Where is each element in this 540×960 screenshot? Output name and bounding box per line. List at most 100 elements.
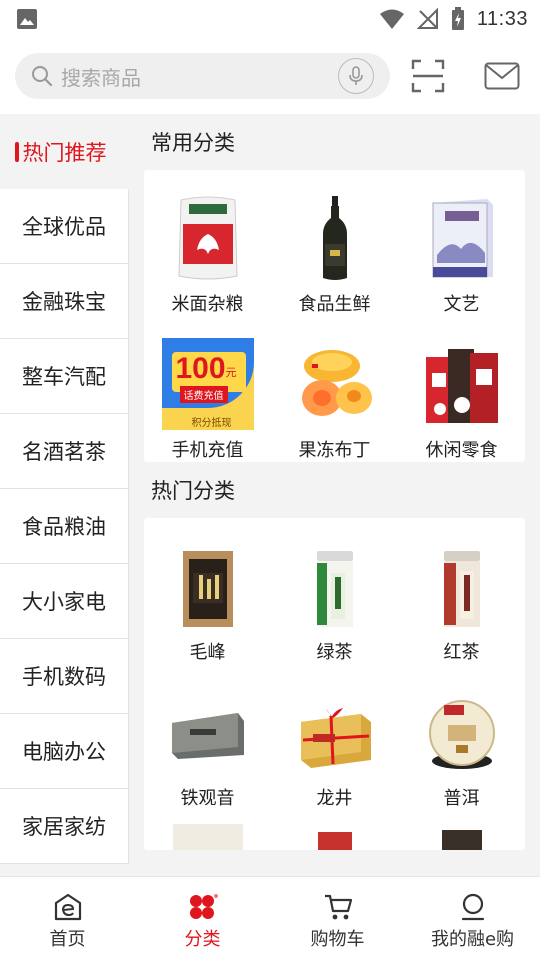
tieguanyin-box-image: [162, 692, 254, 778]
sidebar-item-phones[interactable]: 手机数码: [0, 639, 129, 714]
search-icon: [32, 66, 53, 87]
oil-bottle-image: [289, 192, 381, 284]
category-item[interactable]: 文艺: [398, 170, 525, 316]
category-label: 铁观音: [180, 788, 235, 809]
category-item[interactable]: 果冻布丁: [271, 316, 398, 462]
recharge-text: 话费充值: [179, 386, 228, 403]
sidebar-item-label: 整车汽配: [22, 365, 106, 389]
category-item[interactable]: 铁观音: [144, 664, 271, 810]
nav-label: 首页: [49, 929, 86, 950]
partial-product-image: [317, 832, 352, 850]
category-item[interactable]: 100 元 话费充值 积分抵现 手机充值: [144, 316, 271, 462]
section-title-hot: 热门分类: [151, 479, 235, 503]
nav-home[interactable]: 首页: [0, 877, 135, 960]
no-signal-icon: [416, 8, 438, 29]
voice-search-button[interactable]: [338, 58, 374, 94]
message-button[interactable]: [482, 56, 522, 96]
category-item[interactable]: 食品生鲜: [271, 170, 398, 316]
sidebar-item-food[interactable]: 食品粮油: [0, 489, 129, 564]
partial-product-image: [172, 824, 243, 850]
sidebar-item-global[interactable]: 全球优品: [0, 189, 129, 264]
category-item[interactable]: 红茶: [398, 518, 525, 664]
section-title-common: 常用分类: [151, 131, 235, 155]
sidebar-item-appliances[interactable]: 大小家电: [0, 564, 129, 639]
sidebar-item-label: 手机数码: [22, 665, 106, 689]
search-input[interactable]: 搜索商品: [15, 53, 390, 99]
scan-icon: [411, 59, 445, 93]
nav-profile[interactable]: 我的融e购: [405, 877, 540, 960]
category-label: 绿茶: [316, 642, 353, 663]
category-item[interactable]: 米面杂粮: [144, 170, 271, 316]
category-item[interactable]: 绿茶: [271, 518, 398, 664]
status-time: 11:33: [476, 7, 528, 30]
nav-label: 购物车: [310, 929, 365, 950]
sidebar-item-auto[interactable]: 整车汽配: [0, 339, 129, 414]
category-label: 龙井: [316, 788, 353, 809]
black-tea-can-image: [416, 546, 508, 632]
sidebar-item-computers[interactable]: 电脑办公: [0, 714, 129, 789]
sidebar-item-wine-tea[interactable]: 名酒茗茶: [0, 414, 129, 489]
microphone-icon: [349, 66, 363, 85]
battery-charging-icon: [451, 7, 464, 30]
category-item[interactable]: 毛峰: [144, 518, 271, 664]
recharge-sub: 积分抵现: [191, 418, 232, 429]
search-placeholder: 搜索商品: [61, 65, 141, 90]
green-tea-can-image: [289, 546, 381, 632]
sidebar-item-label: 食品粮油: [22, 515, 106, 539]
sidebar-item-home[interactable]: 家居家纺: [0, 789, 129, 864]
cart-icon: [324, 894, 352, 920]
category-item-partial[interactable]: [144, 810, 271, 850]
category-item[interactable]: 普洱: [398, 664, 525, 810]
bottom-navigation: 首页 分类 购物车 我的融e购: [0, 876, 540, 960]
sidebar-item-jewelry[interactable]: 金融珠宝: [0, 264, 129, 339]
sidebar-item-label: 电脑办公: [22, 740, 106, 764]
sidebar-item-label: 热门推荐: [22, 140, 107, 165]
category-item[interactable]: 休闲零食: [398, 316, 525, 462]
jelly-image: [289, 338, 381, 430]
category-label: 休闲零食: [425, 440, 498, 461]
sidebar-item-label: 金融珠宝: [22, 290, 106, 314]
category-label: 食品生鲜: [298, 294, 371, 315]
category-sidebar: 热门推荐 全球优品 金融珠宝 整车汽配 名酒茗茶 食品粮油 大小家电 手机数码 …: [0, 114, 129, 876]
category-icon: [189, 894, 218, 919]
nav-label: 分类: [184, 929, 221, 950]
category-label: 文艺: [443, 294, 480, 315]
sidebar-item-label: 全球优品: [22, 215, 106, 239]
search-header: 搜索商品: [0, 38, 540, 114]
category-item-partial[interactable]: [398, 810, 525, 850]
category-label: 手机充值: [171, 440, 244, 461]
sidebar-item-label: 名酒茗茶: [22, 440, 106, 464]
gallery-notification-icon: [17, 9, 37, 29]
maofeng-tea-bag-image: [162, 546, 254, 632]
sidebar-item-label: 大小家电: [22, 590, 106, 614]
nav-cart[interactable]: 购物车: [270, 877, 405, 960]
wifi-icon: [379, 9, 404, 29]
category-label: 米面杂粮: [171, 294, 244, 315]
sidebar-item-hot[interactable]: 热门推荐: [0, 114, 129, 189]
profile-icon: [461, 893, 484, 921]
snack-image: [416, 338, 508, 430]
status-icons: 11:33: [379, 7, 528, 31]
recharge-unit: 元: [225, 366, 237, 379]
hot-category-grid: 毛峰 绿茶 红茶 铁观音 龙井 普洱: [144, 518, 525, 850]
category-label: 果冻布丁: [298, 440, 371, 461]
category-label: 普洱: [443, 788, 480, 809]
common-category-grid: 米面杂粮 食品生鲜 文艺 100 元 话费充值 积分抵现 手机充值 果冻布丁 休…: [144, 170, 525, 462]
nav-label: 我的融e购: [430, 929, 515, 950]
category-item-partial[interactable]: [271, 810, 398, 850]
category-content: 热门推荐 全球优品 金融珠宝 整车汽配 名酒茗茶 食品粮油 大小家电 手机数码 …: [0, 114, 540, 876]
home-icon: [54, 893, 81, 921]
recharge-card-image: 100 元 话费充值 积分抵现: [161, 338, 254, 430]
category-label: 红茶: [443, 642, 480, 663]
category-label: 毛峰: [189, 642, 226, 663]
partial-product-image: [441, 830, 482, 850]
nav-category[interactable]: 分类: [135, 877, 270, 960]
category-item[interactable]: 龙井: [271, 664, 398, 810]
status-bar: 11:33: [0, 0, 540, 38]
category-main: 常用分类 米面杂粮 食品生鲜 文艺 100 元 话费充值 积分抵现 手机充值 果…: [144, 114, 525, 850]
book-box-image: [416, 192, 508, 284]
recharge-amount: 100: [175, 352, 226, 385]
puer-cake-image: [416, 692, 508, 778]
scan-button[interactable]: [408, 56, 448, 96]
sidebar-item-label: 家居家纺: [22, 815, 106, 839]
